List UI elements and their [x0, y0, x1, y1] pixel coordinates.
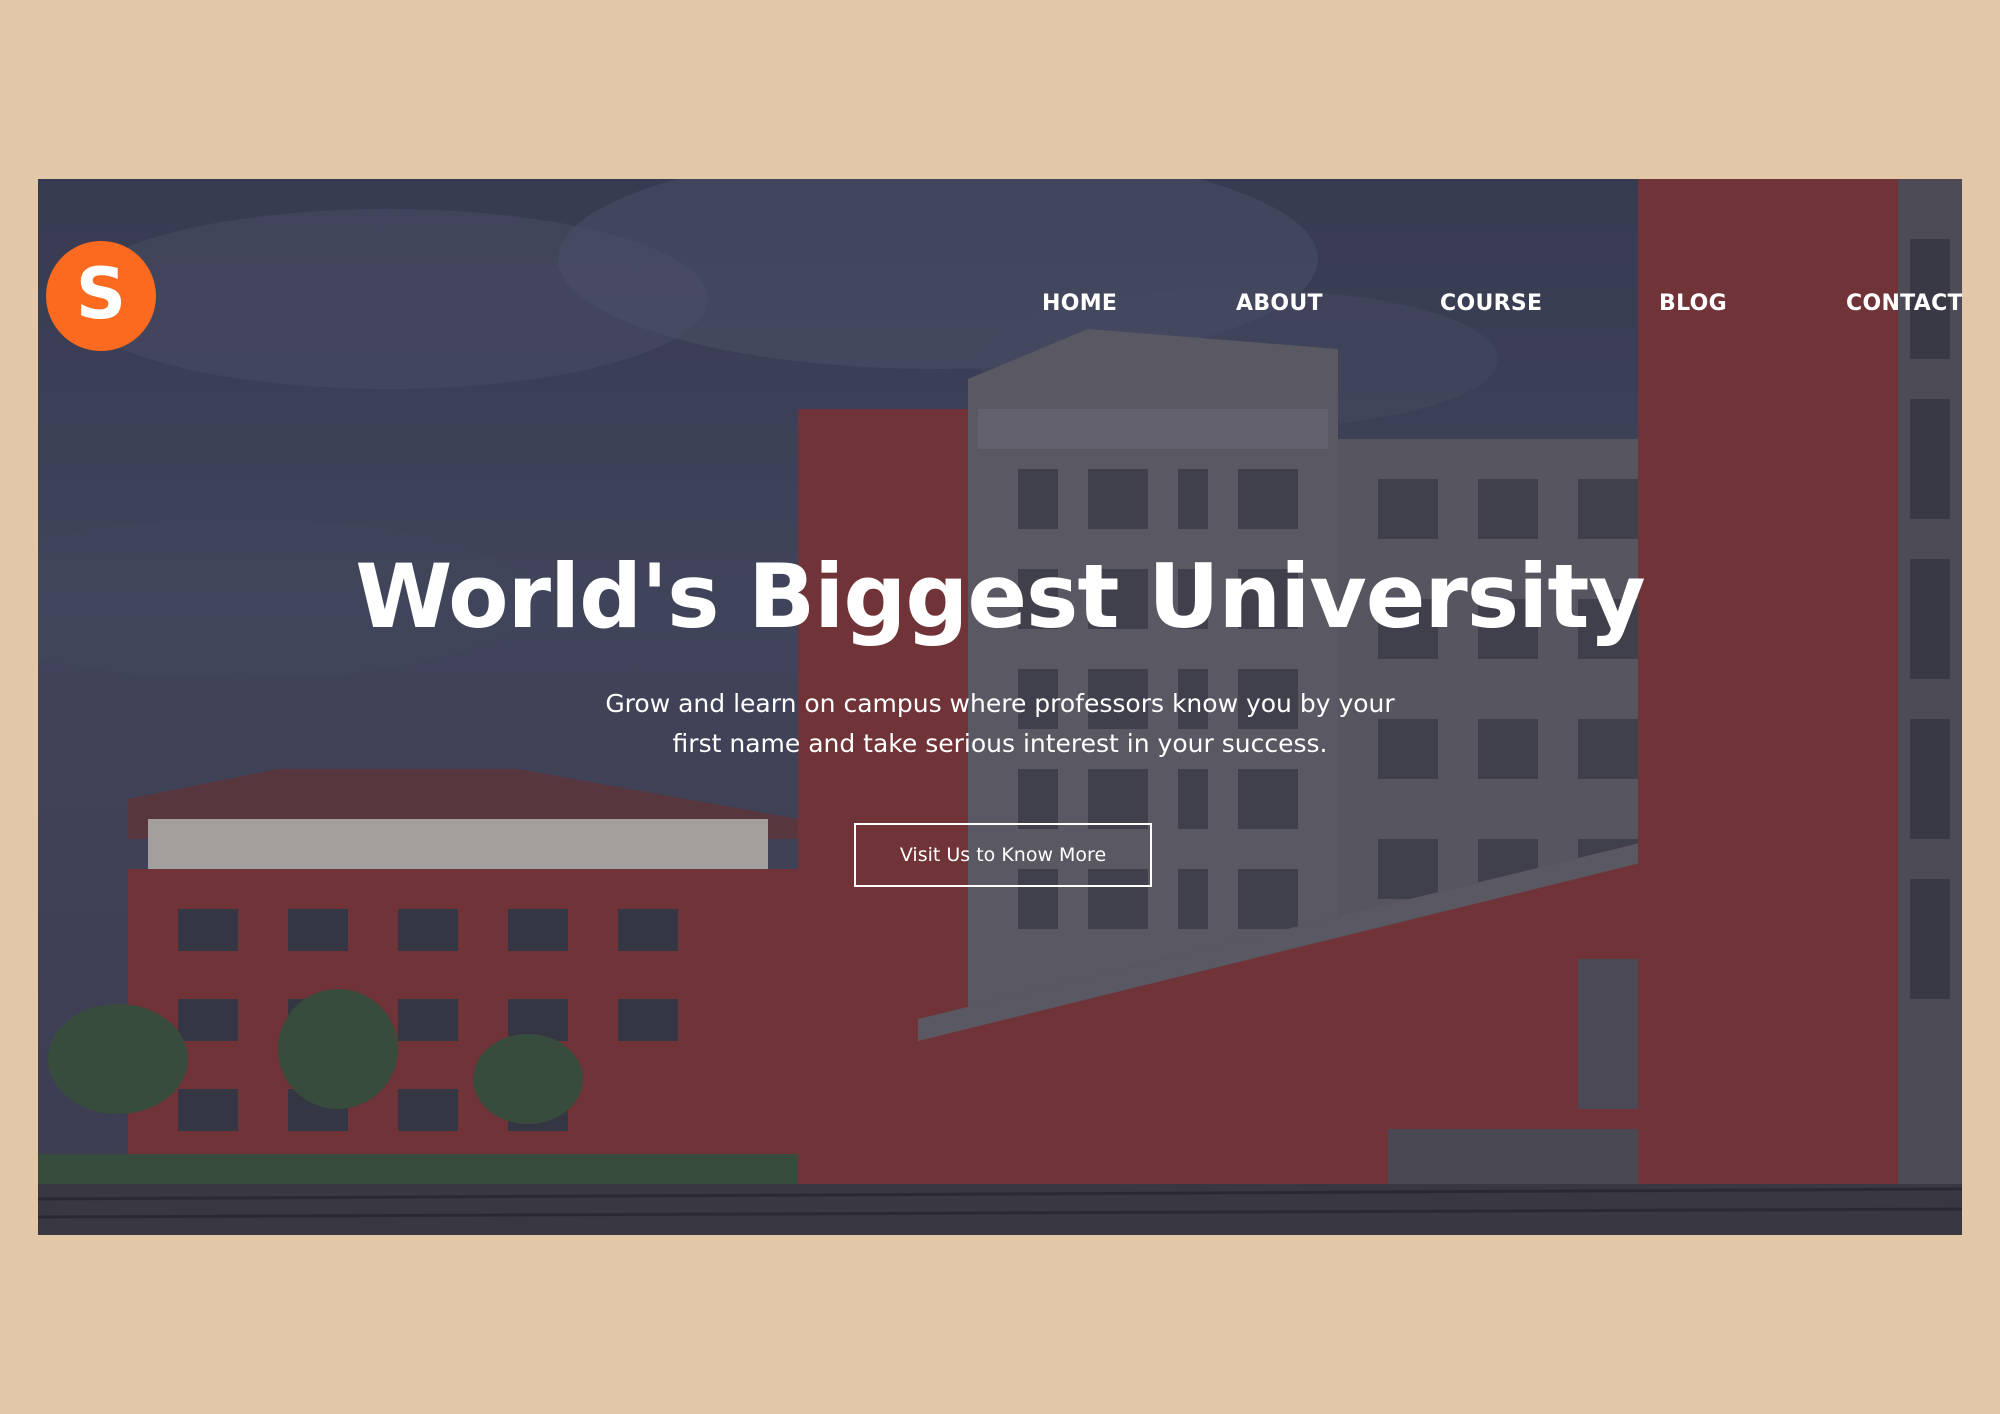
nav-item-blog[interactable]: BLOG [1659, 291, 1727, 316]
main-nav: HOME ABOUT COURSE BLOG CONTACT [38, 291, 1962, 331]
nav-item-about[interactable]: ABOUT [1236, 291, 1323, 316]
nav-item-course[interactable]: COURSE [1440, 291, 1542, 316]
hero-tagline: Grow and learn on campus where professor… [605, 689, 1395, 758]
nav-item-contact[interactable]: CONTACT [1846, 291, 1962, 316]
hero-section: S HOME ABOUT COURSE BLOG CONTACT World's… [38, 179, 1962, 1235]
hero-headline: World's Biggest University [355, 545, 1646, 648]
visit-us-button[interactable]: Visit Us to Know More [854, 823, 1152, 887]
nav-item-home[interactable]: HOME [1042, 291, 1117, 316]
